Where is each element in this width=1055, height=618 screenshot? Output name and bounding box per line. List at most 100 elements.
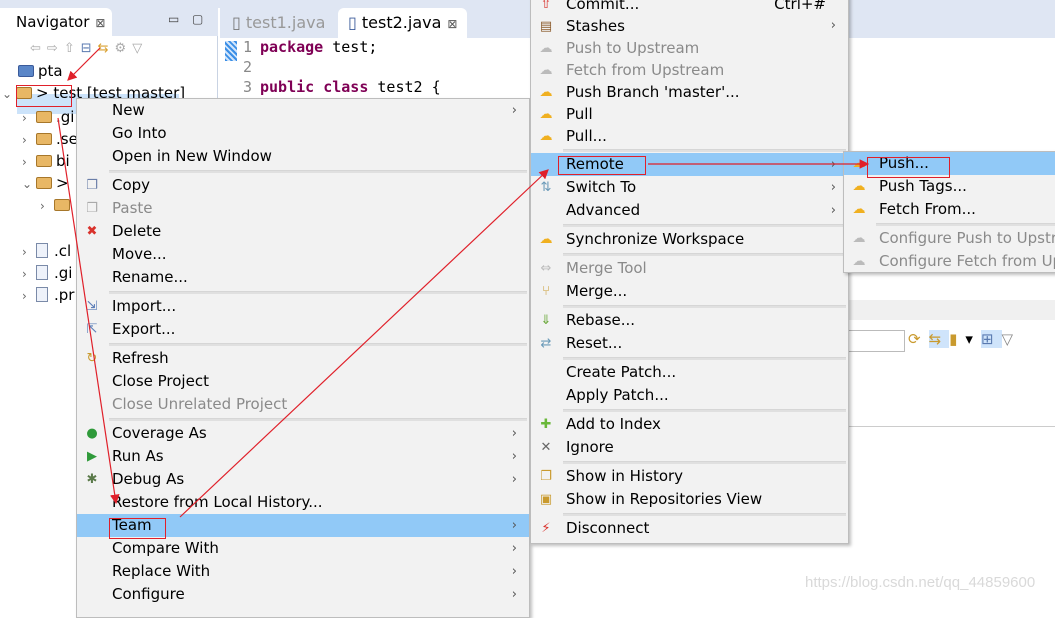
- menu-item-refresh[interactable]: ↻ Refresh: [77, 347, 529, 370]
- menu-item-add-to-index[interactable]: ✚ Add to Index: [531, 413, 848, 436]
- chevron-right-icon[interactable]: ›: [22, 111, 36, 125]
- menu-item-push-tags[interactable]: ☁ Push Tags...: [844, 175, 1055, 198]
- menu-item-debug-as[interactable]: ✱ Debug As ›: [77, 468, 529, 491]
- menu-item-show-in-repositories-view[interactable]: ▣ Show in Repositories View: [531, 488, 848, 511]
- menu-item-apply-patch[interactable]: Apply Patch...: [531, 384, 848, 407]
- menu-item-fetch-from-upstream[interactable]: ☁ Fetch from Upstream: [531, 59, 848, 81]
- tab-test2-java[interactable]: ▯ test2.java ⊠: [338, 8, 468, 38]
- menu-item-label: Pull: [566, 105, 593, 123]
- tree-item[interactable]: › bi: [22, 152, 70, 170]
- menu-item-label: Compare With: [112, 539, 219, 557]
- menu-item-go-into[interactable]: Go Into: [77, 122, 529, 145]
- menu-item-disconnect[interactable]: ⚡ Disconnect: [531, 517, 848, 540]
- menu-item-replace-with[interactable]: Replace With ›: [77, 560, 529, 583]
- forward-icon[interactable]: ⇨: [47, 41, 64, 56]
- menu-item-run-as[interactable]: ▶ Run As ›: [77, 445, 529, 468]
- menu-item-push-branch-master[interactable]: ☁ Push Branch 'master'...: [531, 81, 848, 103]
- menu-item-restore-from-local-history[interactable]: Restore from Local History...: [77, 491, 529, 514]
- menu-item-stashes[interactable]: ▤ Stashes ›: [531, 15, 848, 37]
- menu-item-export[interactable]: ⇱ Export...: [77, 318, 529, 341]
- chevron-right-icon[interactable]: ›: [22, 155, 36, 169]
- tree-item[interactable]: ⌄ >: [22, 174, 69, 192]
- up-icon[interactable]: ⇧: [64, 41, 81, 56]
- menu-item-rebase[interactable]: ⇓ Rebase...: [531, 309, 848, 332]
- menu-item-import[interactable]: ⇲ Import...: [77, 295, 529, 318]
- menu-item-label: Open in New Window: [112, 147, 272, 165]
- menu-item-paste[interactable]: ❐ Paste: [77, 197, 529, 220]
- menu-item-switch-to[interactable]: ⇅ Switch To ›: [531, 176, 848, 199]
- folder-icon: [36, 111, 52, 123]
- chevron-down-icon[interactable]: ⌄: [22, 177, 36, 191]
- tree-item[interactable]: › .gi: [22, 108, 74, 126]
- repository-icon[interactable]: ▮: [949, 330, 965, 348]
- menu-item-synchronize-workspace[interactable]: ☁ Synchronize Workspace: [531, 228, 848, 251]
- menu-item-commit[interactable]: ⇧ Commit... Ctrl+#: [531, 0, 848, 15]
- tree-item[interactable]: › .se: [22, 130, 78, 148]
- panel-toolbar: ⟳⇆▮▾⊞▽: [908, 330, 1021, 348]
- chevron-down-icon[interactable]: ⌄: [2, 87, 16, 101]
- menu-item-ignore[interactable]: ✕ Ignore: [531, 436, 848, 459]
- layout-icon[interactable]: ⊞: [980, 330, 1002, 348]
- keyword: package: [260, 38, 324, 56]
- menu-item-show-in-history[interactable]: ❐ Show in History: [531, 465, 848, 488]
- menu-item-reset[interactable]: ⇄ Reset...: [531, 332, 848, 355]
- menu-item-pull[interactable]: ☁ Pull...: [531, 125, 848, 147]
- menu-item-close-unrelated-project[interactable]: Close Unrelated Project: [77, 393, 529, 416]
- tab-navigator[interactable]: Navigator ⊠: [0, 8, 112, 36]
- menu-item-label: Create Patch...: [566, 363, 677, 381]
- menu-item-fetch-from[interactable]: ☁ Fetch From...: [844, 198, 1055, 221]
- tree-item[interactable]: › .pr: [22, 286, 74, 304]
- view-menu-icon[interactable]: ▽: [132, 41, 148, 56]
- tree-item[interactable]: › .gi: [22, 264, 72, 282]
- menu-item-configure-push-to-upstre[interactable]: ☁ Configure Push to Upstre: [844, 227, 1055, 250]
- menu-item-advanced[interactable]: Advanced ›: [531, 199, 848, 222]
- menu-item-push-to-upstream[interactable]: ☁ Push to Upstream: [531, 37, 848, 59]
- chevron-right-icon[interactable]: ›: [40, 199, 54, 213]
- close-icon[interactable]: ⊠: [447, 17, 457, 31]
- tree-item[interactable]: ›: [40, 196, 74, 214]
- maximize-icon[interactable]: ▢: [192, 12, 203, 26]
- menu-item-rename[interactable]: Rename...: [77, 266, 529, 289]
- menu-item-label: Configure Fetch from Up: [879, 252, 1055, 270]
- chevron-right-icon[interactable]: ›: [22, 267, 36, 281]
- shortcut-label: Ctrl+#: [774, 0, 826, 13]
- collapse-all-icon[interactable]: ⊟: [81, 41, 98, 56]
- menu-item-new[interactable]: New ›: [77, 99, 529, 122]
- tree-item[interactable]: pta: [18, 62, 63, 80]
- link-editor-icon[interactable]: ⇆: [98, 41, 115, 56]
- back-icon[interactable]: ⇦: [30, 41, 47, 56]
- view-menu-icon[interactable]: ▽: [1002, 330, 1022, 348]
- menu-item-coverage-as[interactable]: ● Coverage As ›: [77, 422, 529, 445]
- menu-item-move[interactable]: Move...: [77, 243, 529, 266]
- menu-item-configure-fetch-from-up[interactable]: ☁ Configure Fetch from Up: [844, 250, 1055, 273]
- menu-item-pull[interactable]: ☁ Pull: [531, 103, 848, 125]
- menu-item-open-in-new-window[interactable]: Open in New Window: [77, 145, 529, 168]
- sync-icon[interactable]: ⟳: [908, 330, 929, 348]
- chevron-right-icon[interactable]: ›: [22, 133, 36, 147]
- menu-item-create-patch[interactable]: Create Patch...: [531, 361, 848, 384]
- link-icon[interactable]: ⇆: [928, 330, 950, 348]
- close-icon[interactable]: ⊠: [95, 16, 105, 30]
- menu-item-label: Paste: [112, 199, 153, 217]
- tree-item-label: .gi: [54, 264, 73, 282]
- dropdown-icon[interactable]: ▾: [965, 330, 981, 348]
- menu-item-merge[interactable]: ⑂ Merge...: [531, 280, 848, 303]
- menu-item-delete[interactable]: ✖ Delete: [77, 220, 529, 243]
- code-view[interactable]: 1 package test; 2 3 public class test2 {: [220, 38, 441, 98]
- tree-item[interactable]: › .cl: [22, 242, 71, 260]
- push-upstream-icon: ☁: [539, 41, 553, 56]
- debug-icon: ✱: [86, 472, 98, 487]
- menu-item-close-project[interactable]: Close Project: [77, 370, 529, 393]
- menu-item-copy[interactable]: ❐ Copy: [77, 174, 529, 197]
- menu-item-compare-with[interactable]: Compare With ›: [77, 537, 529, 560]
- merge-tool-icon: ⇔: [540, 261, 552, 276]
- filter-input[interactable]: [848, 330, 905, 352]
- line-number: 1: [242, 38, 252, 56]
- chevron-right-icon[interactable]: ›: [22, 289, 36, 303]
- minimize-icon[interactable]: ▭: [168, 12, 179, 26]
- filter-icon[interactable]: ⚙: [115, 41, 133, 56]
- menu-item-label: Ignore: [566, 438, 614, 456]
- chevron-right-icon[interactable]: ›: [22, 245, 36, 259]
- menu-item-merge-tool[interactable]: ⇔ Merge Tool: [531, 257, 848, 280]
- tab-test1-java[interactable]: ▯ test1.java: [222, 8, 335, 38]
